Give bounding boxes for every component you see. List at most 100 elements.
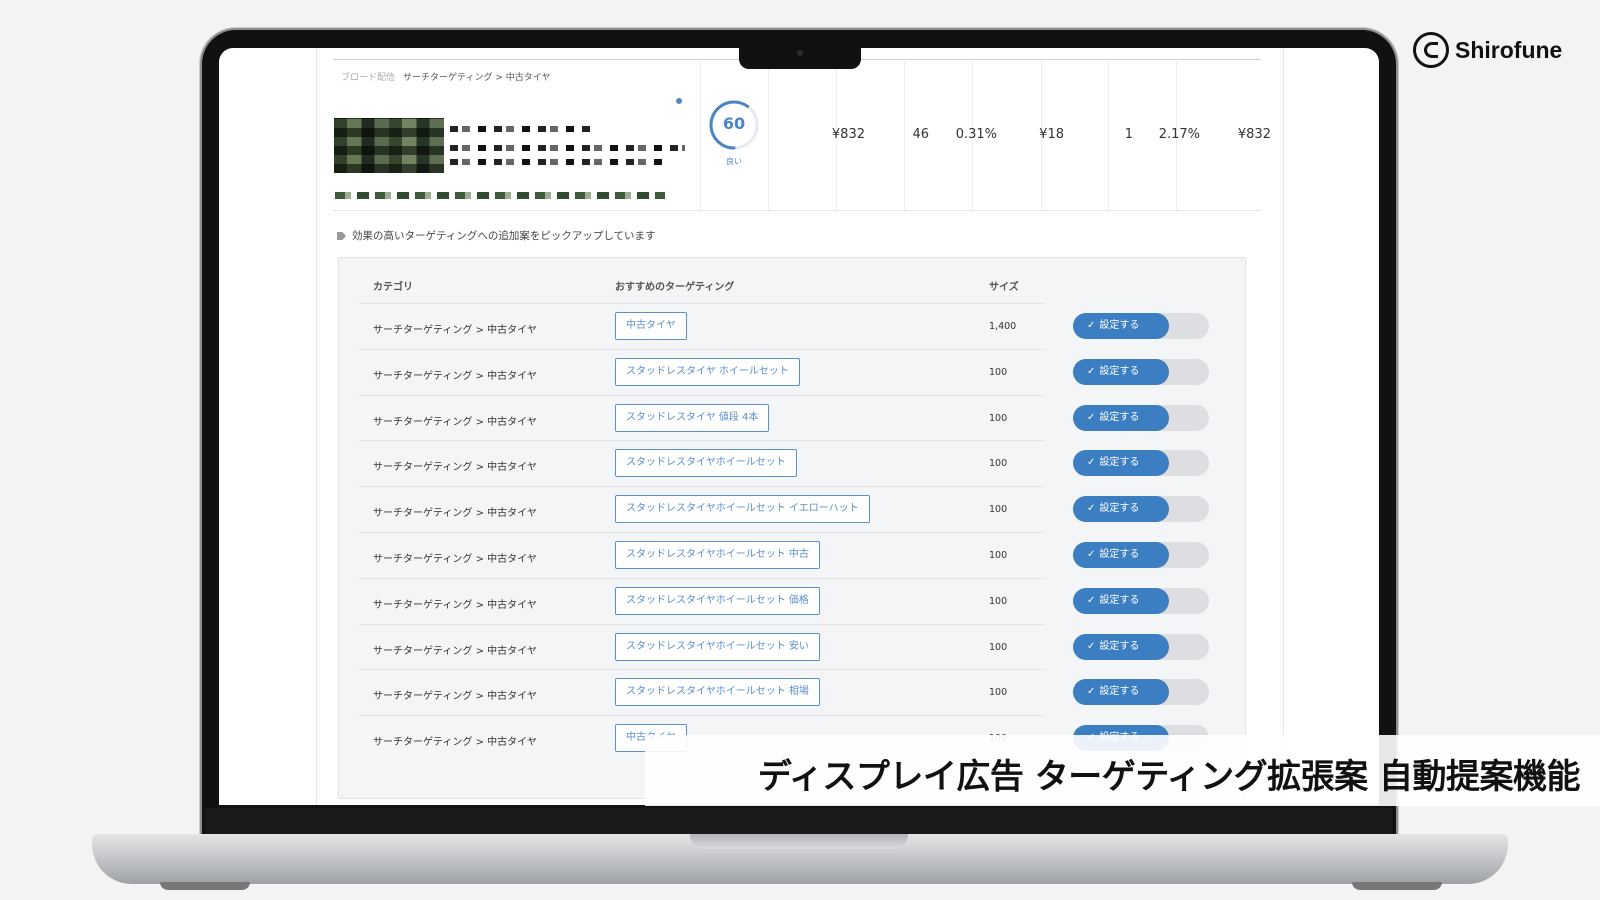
audience-size: 100 (989, 687, 1008, 699)
set-targeting-label: 設定する (1099, 320, 1140, 331)
row-category: サーチターゲティング > 中古タイヤ (373, 691, 537, 703)
table-row: サーチターゲティング > 中古タイヤ スタッドレスタイヤホイールセット 中古 100 (359, 532, 1045, 579)
column-divider (904, 58, 905, 210)
laptop-base-notch (690, 834, 908, 849)
set-targeting-button[interactable]: ✓設定する (1073, 404, 1169, 431)
row-category: サーチターゲティング > 中古タイヤ (373, 554, 537, 565)
check-icon: ✓ (1087, 549, 1096, 560)
row-category: サーチターゲティング > 中古タイヤ (373, 645, 537, 657)
recommended-targeting-chip[interactable]: スタッドレスタイヤホイールセット イエローハット (615, 495, 870, 524)
laptop-foot (1352, 882, 1442, 890)
metric-clicks: 46 (912, 127, 929, 142)
caption-text: ディスプレイ広告 ターゲティング拡張案 自動提案機能 (757, 757, 1581, 797)
table-row: サーチターゲティング > 中古タイヤ スタッドレスタイヤ 値段 4本 100 (359, 394, 1045, 442)
row-category: サーチターゲティング > 中古タイヤ (373, 599, 537, 611)
check-icon: ✓ (1087, 640, 1096, 652)
check-icon: ✓ (1087, 411, 1096, 423)
audience-size: 100 (989, 641, 1008, 653)
set-targeting-button[interactable]: ✓設定する (1073, 633, 1169, 660)
set-targeting-toggle[interactable]: ✓設定する (1073, 587, 1209, 614)
recommended-targeting-chip[interactable]: スタッドレスタイヤホイールセット 安い (615, 632, 820, 661)
recommended-targeting-chip[interactable]: スタッドレスタイヤホイールセット (615, 449, 797, 478)
metric-ctr: 0.31% (955, 127, 997, 142)
set-targeting-toggle[interactable]: ✓設定する (1073, 358, 1209, 385)
check-icon: ✓ (1087, 320, 1096, 331)
column-header-targeting: おすすめのターゲティング (615, 282, 735, 293)
targeting-suggestion-panel: カテゴリ おすすめのターゲティング サイズ サーチターゲティング > 中古タイヤ… (338, 257, 1246, 799)
recommended-targeting-chip[interactable]: スタッドレスタイヤホイールセット 中古 (615, 541, 820, 569)
set-targeting-button[interactable]: ✓設定する (1073, 542, 1169, 568)
ad-description-redacted (450, 159, 670, 165)
score-label: 良い (726, 157, 742, 166)
score-value: 60 (722, 114, 746, 133)
recommended-targeting-chip[interactable]: スタッドレスタイヤホイールセット 相場 (615, 678, 820, 707)
set-targeting-toggle[interactable]: ✓設定する (1073, 450, 1209, 477)
audience-size: 100 (989, 458, 1008, 470)
row-category: サーチターゲティング > 中古タイヤ (373, 508, 537, 520)
set-targeting-label: 設定する (1099, 594, 1140, 606)
ad-thumbnail-image[interactable] (334, 118, 444, 173)
row-category: サーチターゲティング > 中古タイヤ (373, 416, 537, 428)
recommended-targeting-chip[interactable]: スタッドレスタイヤ ホイールセット (615, 357, 800, 386)
suggestion-note-text: 効果の高いターゲティングへの追加案をピックアップしています (352, 230, 656, 242)
tag-icon (337, 232, 346, 240)
check-icon: ✓ (1087, 594, 1096, 606)
column-divider (1108, 58, 1109, 210)
set-targeting-button[interactable]: ✓設定する (1073, 313, 1169, 339)
camera-notch (739, 44, 861, 69)
recommended-targeting-chip[interactable]: スタッドレスタイヤ 値段 4本 (615, 403, 770, 432)
table-row: サーチターゲティング > 中古タイヤ スタッドレスタイヤホイールセット 100 (359, 440, 1045, 487)
set-targeting-label: 設定する (1099, 411, 1140, 423)
set-targeting-toggle[interactable]: ✓設定する (1073, 542, 1209, 568)
row-category: サーチターゲティング > 中古タイヤ (373, 370, 537, 382)
table-row: サーチターゲティング > 中古タイヤ スタッドレスタイヤホイールセット 安い 100 (359, 623, 1045, 671)
shirofune-logo-icon (1413, 32, 1449, 68)
caption-banner: ディスプレイ広告 ターゲティング拡張案 自動提案機能 (645, 735, 1600, 806)
check-icon: ✓ (1087, 686, 1096, 698)
audience-size: 100 (989, 504, 1008, 516)
set-targeting-button[interactable]: ✓設定する (1073, 450, 1169, 477)
suggestion-note: 効果の高いターゲティングへの追加案をピックアップしています (337, 228, 656, 243)
set-targeting-button[interactable]: ✓設定する (1073, 587, 1169, 614)
ad-headline-redacted (450, 126, 590, 132)
set-targeting-toggle[interactable]: ✓設定する (1073, 633, 1209, 660)
set-targeting-toggle[interactable]: ✓設定する (1073, 679, 1209, 706)
row-category: サーチターゲティング > 中古タイヤ (373, 325, 537, 336)
set-targeting-toggle[interactable]: ✓設定する (1073, 496, 1209, 523)
audience-size: 100 (989, 595, 1008, 607)
metric-cvr: 2.17% (1158, 127, 1200, 142)
check-icon: ✓ (1087, 457, 1096, 469)
audience-size: 1,400 (989, 321, 1017, 332)
row-category: サーチターゲティング > 中古タイヤ (373, 737, 537, 749)
laptop-screen: ブロード配信 サーチターゲティング > 中古タイヤ 60 良い ¥832 46 0… (219, 48, 1379, 805)
camera-icon (797, 50, 803, 56)
audience-size: 100 (989, 412, 1008, 424)
brand-logo: Shirofune (1413, 30, 1562, 70)
set-targeting-label: 設定する (1099, 503, 1140, 515)
targeting-path: サーチターゲティング > 中古タイヤ (403, 73, 551, 83)
set-targeting-toggle[interactable]: ✓設定する (1073, 404, 1209, 431)
set-targeting-button[interactable]: ✓設定する (1073, 496, 1169, 523)
row-category: サーチターゲティング > 中古タイヤ (373, 462, 537, 474)
metric-conversions: 1 (1124, 127, 1133, 142)
set-targeting-label: 設定する (1099, 457, 1140, 469)
column-header-size: サイズ (989, 282, 1019, 293)
recommended-targeting-chip[interactable]: スタッドレスタイヤホイールセット 価格 (615, 586, 820, 615)
set-targeting-label: 設定する (1099, 640, 1140, 652)
set-targeting-label: 設定する (1099, 686, 1140, 698)
table-row: サーチターゲティング > 中古タイヤ スタッドレスタイヤホイールセット 価格 100 (359, 577, 1045, 625)
set-targeting-button[interactable]: ✓設定する (1073, 358, 1169, 385)
table-row: サーチターゲティング > 中古タイヤ スタッドレスタイヤホイールセット イエローハ… (359, 486, 1045, 533)
metric-cpa: ¥832 (1237, 127, 1271, 142)
column-divider (700, 58, 701, 210)
column-header-category: カテゴリ (373, 282, 413, 293)
ad-report-page: ブロード配信 サーチターゲティング > 中古タイヤ 60 良い ¥832 46 0… (316, 48, 1284, 805)
recommended-targeting-chip[interactable]: 中古タイヤ (615, 312, 687, 340)
brand-name: Shirofune (1455, 36, 1563, 63)
set-targeting-button[interactable]: ✓設定する (1073, 679, 1169, 706)
set-targeting-toggle[interactable]: ✓設定する (1073, 313, 1209, 339)
check-icon: ✓ (1087, 365, 1096, 377)
ad-description-redacted (450, 145, 685, 151)
delivery-type-label: ブロード配信 (341, 73, 396, 83)
laptop-chin (205, 808, 1393, 836)
